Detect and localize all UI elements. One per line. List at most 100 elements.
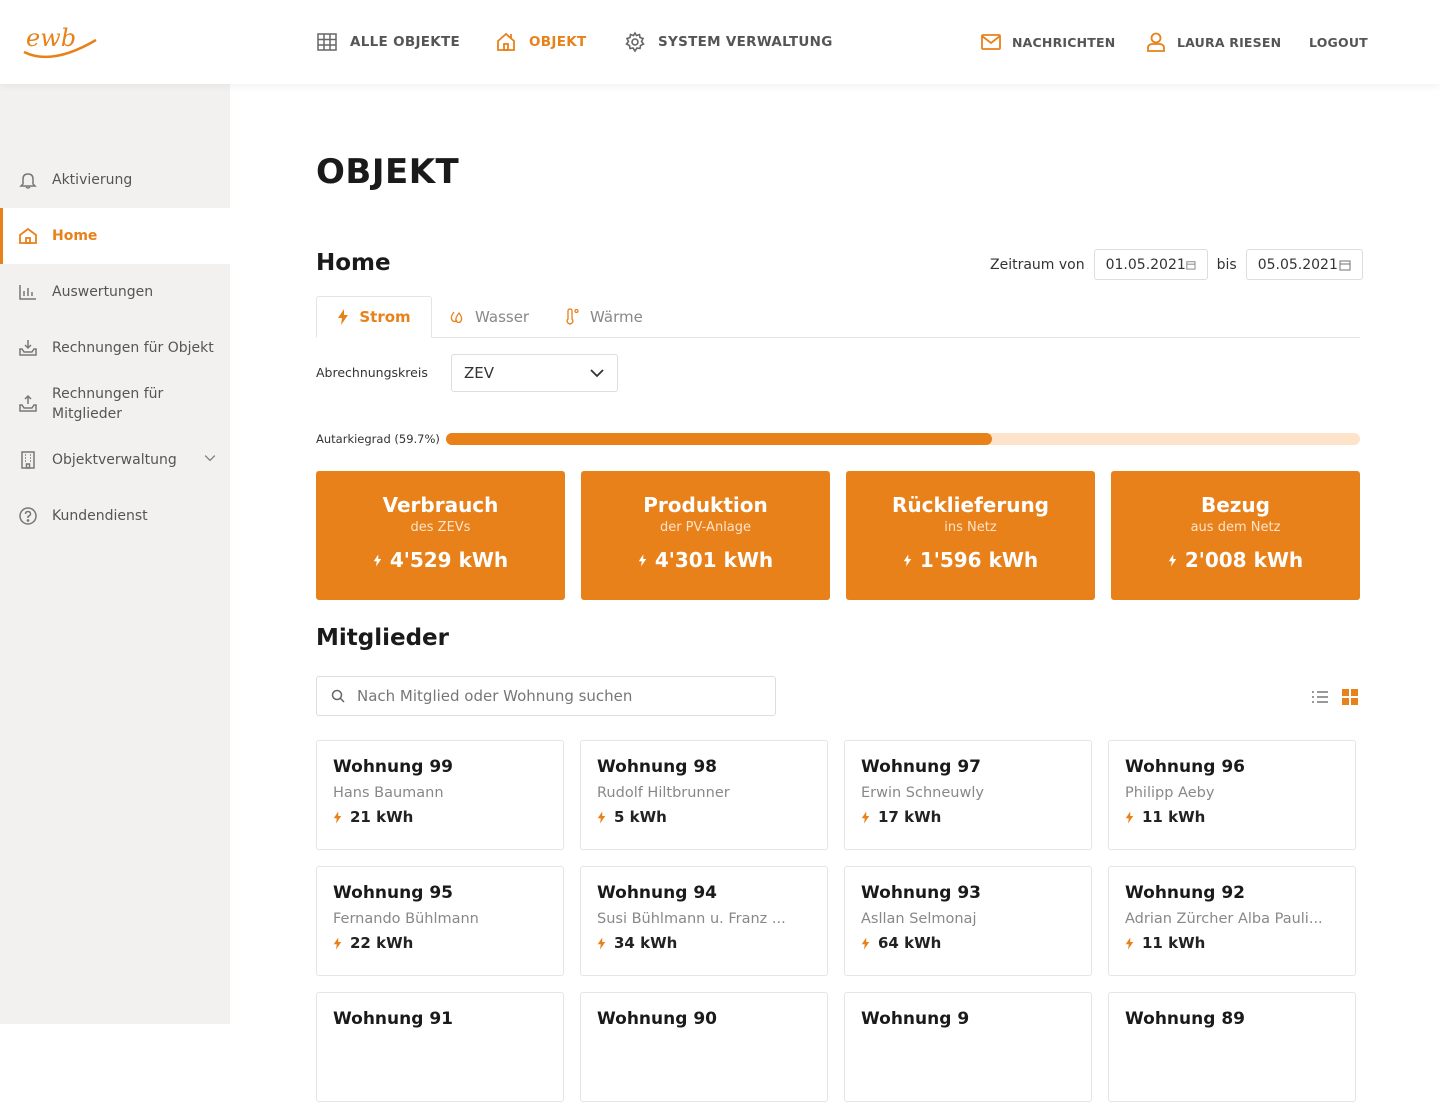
member-unit: Wohnung 99 [333, 757, 453, 777]
member-person: Adrian Zürcher Alba Pauli... [1125, 911, 1323, 927]
member-person: Susi Bühlmann u. Franz ... [597, 911, 786, 927]
member-card[interactable]: Wohnung 98 Rudolf Hiltbrunner 5 kWh [580, 740, 828, 850]
member-unit: Wohnung 91 [333, 1009, 453, 1029]
date-from-value: 01.05.2021 [1105, 256, 1186, 273]
member-card[interactable]: Wohnung 99 Hans Baumann 21 kWh [316, 740, 564, 850]
member-person: Rudolf Hiltbrunner [597, 785, 730, 801]
kpi-card-produktion[interactable]: Produktion der PV-Anlage 4'301 kWh [581, 471, 830, 600]
bolt-icon [861, 811, 870, 823]
calendar-icon [1339, 259, 1351, 271]
member-card[interactable]: Wohnung 9 [844, 992, 1092, 1102]
page-title: OBJEKT [316, 152, 460, 192]
member-card[interactable]: Wohnung 93 Asllan Selmonaj 64 kWh [844, 866, 1092, 976]
sidebar-item-rechnungen-mitglieder[interactable]: Rechnungen für Mitglieder [0, 376, 230, 432]
ewb-logo[interactable]: ewb [22, 22, 100, 64]
nav-label: NACHRICHTEN [1012, 34, 1116, 50]
kpi-card-verbrauch[interactable]: Verbrauch des ZEVs 4'529 kWh [316, 471, 565, 600]
nav-system-verwaltung[interactable]: SYSTEM VERWALTUNG [624, 31, 833, 53]
member-card[interactable]: Wohnung 89 [1108, 992, 1356, 1102]
bolt-icon [1168, 554, 1177, 566]
gear-icon [625, 31, 645, 53]
member-kwh: 11 kWh [1142, 808, 1206, 826]
sidebar-item-label: Objektverwaltung [52, 452, 177, 468]
sidebar-item-kundendienst[interactable]: Kundendienst [0, 488, 230, 544]
sidebar-item-label: Rechnungen für Mitglieder [52, 386, 164, 422]
bolt-icon [597, 811, 606, 823]
sidebar-item-label: Home [52, 228, 98, 244]
member-card[interactable]: Wohnung 97 Erwin Schneuwly 17 kWh [844, 740, 1092, 850]
thermometer-icon [566, 308, 579, 325]
kpi-value: 4'529 kWh [389, 548, 509, 572]
tab-label: Wärme [590, 308, 643, 326]
nav-nachrichten[interactable]: NACHRICHTEN [980, 31, 1115, 53]
member-unit: Wohnung 97 [861, 757, 981, 777]
kpi-card-bezug[interactable]: Bezug aus dem Netz 2'008 kWh [1111, 471, 1360, 600]
bolt-icon [638, 554, 647, 566]
chevron-down-icon[interactable] [202, 450, 218, 466]
member-unit: Wohnung 89 [1125, 1009, 1245, 1029]
member-card[interactable]: Wohnung 96 Philipp Aeby 11 kWh [1108, 740, 1356, 850]
abrechnungskreis-select[interactable]: ZEV [451, 354, 618, 392]
grid-view-icon[interactable] [1340, 687, 1360, 707]
member-unit: Wohnung 92 [1125, 883, 1245, 903]
search-input[interactable] [357, 687, 757, 705]
member-kwh: 17 kWh [878, 808, 942, 826]
chevron-down-icon [590, 369, 604, 378]
logout-link[interactable]: LOGOUT [1309, 31, 1368, 53]
nav-label: LAURA RIESEN [1177, 34, 1282, 50]
sidebar-item-objektverwaltung[interactable]: Objektverwaltung [0, 432, 230, 488]
date-from-field[interactable]: 01.05.2021 [1093, 249, 1208, 280]
sidebar-item-aktivierung[interactable]: Aktivierung [0, 152, 230, 208]
bolt-icon [597, 937, 606, 949]
tab-waerme[interactable]: Wärme [564, 296, 643, 338]
abrechnungskreis-label: Abrechnungskreis [316, 365, 428, 380]
member-person: Hans Baumann [333, 785, 444, 801]
top-bar: ewb ALLE OBJEKTE OBJEKT SYSTEM VERWALTUN… [0, 0, 1440, 84]
list-view-icon[interactable] [1310, 687, 1330, 707]
svg-text:ewb: ewb [26, 24, 76, 52]
member-unit: Wohnung 94 [597, 883, 717, 903]
search-icon [331, 689, 345, 703]
mail-icon [981, 34, 1001, 50]
member-card[interactable]: Wohnung 92 Adrian Zürcher Alba Pauli... 11… [1108, 866, 1356, 976]
home-icon [19, 227, 37, 244]
select-value: ZEV [464, 364, 495, 382]
user-icon [1147, 32, 1165, 52]
tab-strom[interactable]: Strom [316, 296, 432, 338]
kpi-subtitle: des ZEVs [410, 520, 471, 535]
nav-user-profile[interactable]: LAURA RIESEN [1145, 31, 1281, 53]
member-kwh: 34 kWh [614, 934, 678, 952]
kpi-title: Verbrauch [382, 493, 499, 517]
member-unit: Wohnung 90 [597, 1009, 717, 1029]
help-circle-icon [19, 507, 37, 525]
kpi-value: 1'596 kWh [919, 548, 1039, 572]
sidebar-item-home[interactable]: Home [0, 208, 230, 264]
nav-label: LOGOUT [1309, 34, 1368, 50]
building-icon [21, 451, 35, 469]
sidebar-item-rechnungen-objekt[interactable]: Rechnungen für Objekt [0, 320, 230, 376]
zeitraum-filter: Zeitraum von 01.05.2021 bis 05.05.2021 [990, 249, 1363, 280]
kpi-subtitle: ins Netz [944, 520, 997, 535]
date-to-field[interactable]: 05.05.2021 [1245, 249, 1363, 280]
sidebar-item-auswertungen[interactable]: Auswertungen [0, 264, 230, 320]
member-card[interactable]: Wohnung 94 Susi Bühlmann u. Franz ... 34 k… [580, 866, 828, 976]
member-card[interactable]: Wohnung 91 [316, 992, 564, 1102]
autarkiegrad-label: Autarkiegrad (59.7%) [316, 432, 440, 446]
member-person: Asllan Selmonaj [861, 911, 977, 927]
home-icon [497, 32, 515, 51]
kpi-title: Bezug [1200, 493, 1270, 517]
member-person: Erwin Schneuwly [861, 785, 984, 801]
member-person: Fernando Bühlmann [333, 911, 479, 927]
kpi-card-ruecklieferung[interactable]: Rücklieferung ins Netz 1'596 kWh [846, 471, 1095, 600]
member-card[interactable]: Wohnung 95 Fernando Bühlmann 22 kWh [316, 866, 564, 976]
member-card[interactable]: Wohnung 90 [580, 992, 828, 1102]
date-to-value: 05.05.2021 [1257, 256, 1338, 273]
nav-alle-objekte[interactable]: ALLE OBJEKTE [316, 31, 460, 53]
bell-icon [19, 173, 37, 189]
autarkiegrad-progress-fill [446, 433, 992, 445]
nav-objekt[interactable]: OBJEKT [495, 31, 586, 53]
tab-wasser[interactable]: Wasser [449, 296, 529, 338]
kpi-title: Produktion [643, 493, 768, 517]
member-search [316, 676, 776, 716]
drops-icon [450, 311, 463, 324]
